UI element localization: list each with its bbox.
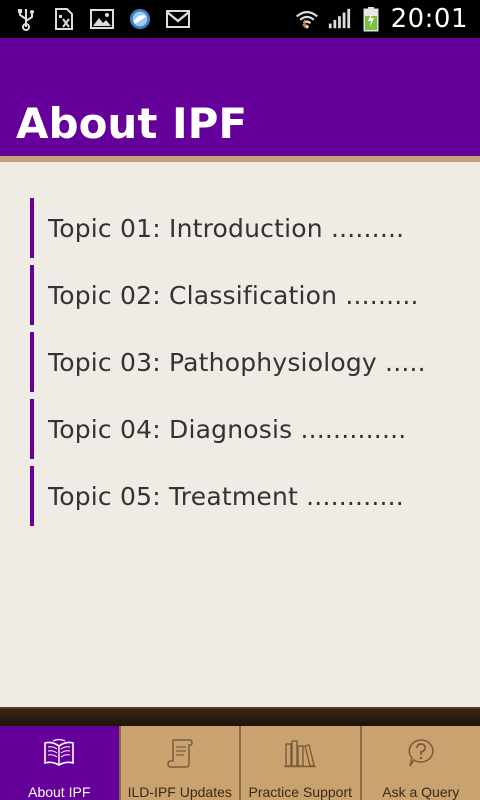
question-bubble-icon (404, 736, 438, 770)
usb-icon (14, 7, 38, 31)
topic-label: Topic 02: Classification ......... (48, 280, 419, 310)
books-icon (283, 736, 317, 770)
tab-about-ipf[interactable]: About IPF (0, 726, 121, 800)
gmail-icon (166, 7, 190, 31)
tab-ask-a-query[interactable]: Ask a Query (361, 726, 480, 800)
topic-item[interactable]: Topic 03: Pathophysiology ..... (30, 332, 450, 392)
tab-ild-ipf-updates[interactable]: ILD-IPF Updates (120, 726, 241, 800)
tab-practice-support[interactable]: Practice Support (241, 726, 362, 800)
tab-label: Ask a Query (382, 784, 460, 800)
topic-label: Topic 03: Pathophysiology ..... (48, 347, 426, 377)
app-header: About IPF (0, 38, 480, 156)
header-divider (0, 156, 480, 162)
bottom-tab-bar: About IPF ILD-IPF Updates Practice Suppo… (0, 726, 480, 800)
wifi-icon (295, 7, 319, 31)
status-bar: 20:01 (0, 0, 480, 38)
tabbar-divider (0, 707, 480, 726)
topic-item[interactable]: Topic 01: Introduction ......... (30, 198, 450, 258)
page-title: About IPF (16, 99, 248, 148)
status-time: 20:01 (390, 4, 468, 34)
topic-list: Topic 01: Introduction ......... Topic 0… (30, 198, 450, 533)
scroll-icon (163, 736, 197, 770)
tab-label: About IPF (28, 784, 91, 800)
tab-label: ILD-IPF Updates (127, 784, 232, 800)
topic-label: Topic 01: Introduction ......... (48, 213, 405, 243)
topic-item[interactable]: Topic 05: Treatment ............ (30, 466, 450, 526)
sim-icon (52, 7, 76, 31)
browser-icon (128, 7, 152, 31)
open-book-icon (42, 736, 76, 770)
topic-label: Topic 05: Treatment ............ (48, 481, 404, 511)
gallery-icon (90, 7, 114, 31)
topic-label: Topic 04: Diagnosis ............. (48, 414, 407, 444)
tab-label: Practice Support (248, 784, 353, 800)
topic-item[interactable]: Topic 02: Classification ......... (30, 265, 450, 325)
signal-icon (327, 7, 351, 31)
topic-item[interactable]: Topic 04: Diagnosis ............. (30, 399, 450, 459)
battery-charging-icon (359, 7, 383, 32)
